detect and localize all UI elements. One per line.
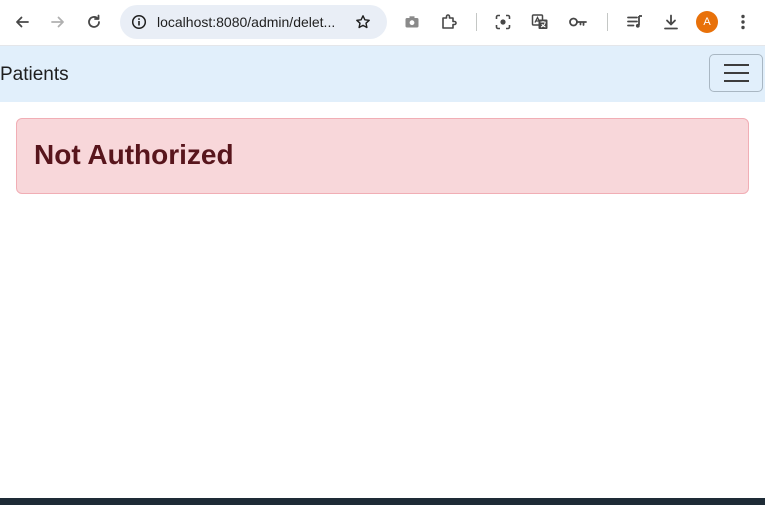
reload-button[interactable] xyxy=(80,8,108,36)
media-queue-icon xyxy=(627,15,642,28)
hamburger-icon xyxy=(723,80,749,82)
hamburger-icon xyxy=(723,72,749,74)
toolbar-divider xyxy=(476,13,477,31)
key-icon xyxy=(569,17,587,27)
translate-button[interactable] xyxy=(526,8,554,36)
browser-menu-button[interactable] xyxy=(729,8,757,36)
alert-title: Not Authorized xyxy=(34,139,234,170)
arrow-left-icon xyxy=(16,16,29,28)
back-button[interactable] xyxy=(8,8,36,36)
taskbar-edge xyxy=(0,498,765,505)
browser-toolbar: localhost:8080/admin/delet... A xyxy=(0,0,765,46)
star-icon[interactable] xyxy=(352,11,374,33)
extensions-button[interactable] xyxy=(435,8,463,36)
downloads-button[interactable] xyxy=(657,8,685,36)
media-queue-button[interactable] xyxy=(621,8,649,36)
navbar-toggler-button[interactable] xyxy=(709,54,763,92)
reload-icon xyxy=(88,14,100,28)
profile-initial: A xyxy=(703,16,711,28)
profile-avatar[interactable]: A xyxy=(696,11,718,33)
url-text[interactable]: localhost:8080/admin/delet... xyxy=(157,14,335,30)
forward-button[interactable] xyxy=(44,8,72,36)
passwords-button[interactable] xyxy=(564,8,592,36)
screenshot-button[interactable] xyxy=(398,8,426,36)
info-icon[interactable] xyxy=(128,11,150,33)
camera-icon xyxy=(405,16,419,28)
toolbar-divider xyxy=(607,13,608,31)
kebab-menu-icon xyxy=(741,14,745,30)
lens-button[interactable] xyxy=(489,8,517,36)
hamburger-icon xyxy=(723,64,749,66)
download-icon xyxy=(664,14,678,30)
puzzle-icon xyxy=(442,14,457,29)
navbar-brand[interactable]: Patients xyxy=(0,64,69,86)
lens-icon xyxy=(495,14,511,30)
error-alert: Not Authorized xyxy=(16,118,749,194)
arrow-right-icon xyxy=(51,16,64,28)
translate-icon xyxy=(531,14,548,29)
address-bar[interactable]: localhost:8080/admin/delet... xyxy=(120,5,387,39)
site-navbar: Patients xyxy=(0,46,765,102)
